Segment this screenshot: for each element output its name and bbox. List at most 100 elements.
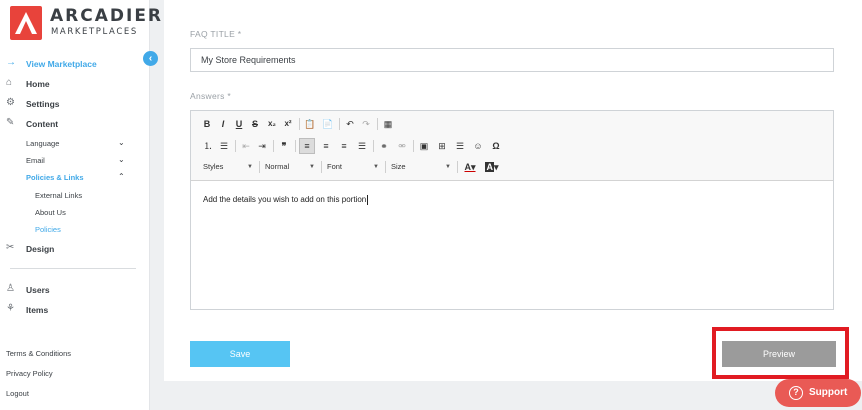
chevron-down-icon: ⌄ — [118, 138, 125, 147]
redo-icon[interactable]: ↷ — [359, 116, 373, 132]
sidebar-item-settings[interactable]: ⚙ Settings — [0, 95, 150, 113]
format-dropdown[interactable]: Normal ▼ — [265, 159, 317, 175]
sidebar-item-policies-links[interactable]: Policies & Links ⌃ — [0, 169, 150, 185]
toolbar-separator — [377, 118, 378, 130]
logout-link[interactable]: Logout — [6, 389, 29, 398]
external-link-icon: → — [6, 57, 16, 68]
styles-dropdown-label: Styles — [203, 162, 224, 171]
subscript-button[interactable]: x₂ — [265, 116, 279, 132]
sidebar-item-label: External Links — [35, 191, 83, 200]
logo-mark-icon — [10, 6, 42, 40]
font-dropdown-label: Font — [327, 162, 343, 171]
sidebar-item-items[interactable]: ⚘ Items — [0, 301, 150, 319]
link-icon[interactable]: ⚭ — [377, 138, 391, 154]
size-dropdown[interactable]: Size ▼ — [391, 159, 453, 175]
sidebar-item-email[interactable]: Email ⌄ — [0, 152, 150, 168]
styles-dropdown[interactable]: Styles ▼ — [203, 159, 255, 175]
privacy-policy-link[interactable]: Privacy Policy — [6, 369, 53, 378]
toolbar-separator — [299, 118, 300, 130]
terms-conditions-link[interactable]: Terms & Conditions — [6, 349, 71, 358]
support-button[interactable]: ? Support — [775, 379, 861, 407]
faq-title-input[interactable] — [190, 48, 834, 72]
background-color-icon[interactable]: A▾ — [483, 159, 501, 175]
sidebar-item-language[interactable]: Language ⌄ — [0, 135, 150, 151]
sidebar-item-label: Policies — [35, 225, 61, 234]
chevron-down-icon: ▼ — [373, 164, 379, 170]
paste-text-icon[interactable]: 📄 — [321, 116, 335, 132]
editor-content[interactable]: Add the details you wish to add on this … — [203, 195, 369, 205]
user-icon: ♙ — [6, 283, 15, 294]
home-icon: ⌂ — [6, 77, 13, 88]
sidebar-item-users[interactable]: ♙ Users — [0, 281, 150, 299]
indent-icon[interactable]: ⇥ — [255, 138, 269, 154]
support-label: Support — [809, 387, 848, 398]
format-dropdown-label: Normal — [265, 162, 290, 171]
sidebar-item-content[interactable]: ✎ Content — [0, 115, 150, 133]
sidebar-item-label: Policies & Links — [26, 173, 84, 182]
sidebar-item-view-marketplace[interactable]: → View Marketplace — [0, 55, 150, 73]
superscript-button[interactable]: x² — [281, 116, 295, 132]
sidebar-item-label: Users — [26, 285, 50, 295]
chevron-down-icon: ⌄ — [118, 155, 125, 164]
table-icon[interactable]: ⊞ — [435, 138, 449, 154]
toolbar-separator — [259, 161, 260, 173]
paste-icon[interactable]: 📋 — [303, 116, 317, 132]
toolbar-separator — [273, 140, 274, 152]
special-character-icon[interactable]: Ω — [489, 138, 503, 154]
toolbar-separator — [457, 161, 458, 173]
sidebar-item-label: Items — [26, 305, 49, 315]
save-button[interactable]: Save — [190, 341, 290, 367]
font-dropdown[interactable]: Font ▼ — [327, 159, 381, 175]
underline-button[interactable]: U — [233, 116, 245, 132]
sidebar-item-design[interactable]: ✂ Design — [0, 240, 150, 258]
help-circle-icon: ? — [789, 386, 803, 400]
undo-icon[interactable]: ↶ — [343, 116, 357, 132]
horizontal-line-icon[interactable]: ☰ — [453, 138, 467, 154]
italic-button[interactable]: I — [217, 116, 229, 132]
design-tools-icon: ✂ — [6, 242, 15, 253]
faq-title-label: FAQ TITLE * — [190, 29, 242, 39]
chevron-up-icon: ⌃ — [118, 172, 125, 181]
align-right-icon[interactable]: ≡ — [337, 138, 351, 154]
content-edit-icon: ✎ — [6, 117, 15, 128]
bold-button[interactable]: B — [201, 116, 213, 132]
strikethrough-button[interactable]: S — [249, 116, 261, 132]
arcadier-logo[interactable]: ARCADIER MARKETPLACES — [10, 6, 161, 40]
sidebar-item-policies[interactable]: Policies — [0, 221, 150, 237]
sidebar-item-label: Content — [26, 119, 59, 129]
outdent-icon[interactable]: ⇤ — [239, 138, 253, 154]
sidebar-item-label: Email — [26, 156, 45, 165]
blockquote-icon[interactable]: ❞ — [277, 138, 291, 154]
align-center-icon[interactable]: ≡ — [319, 138, 333, 154]
preview-button[interactable]: Preview — [722, 341, 836, 367]
sidebar-item-home[interactable]: ⌂ Home — [0, 75, 150, 93]
toolbar-separator — [373, 140, 374, 152]
bulleted-list-icon[interactable]: ☰ — [217, 138, 231, 154]
brand-name: ARCADIER — [50, 6, 164, 26]
numbered-list-icon[interactable]: ⒈ — [201, 138, 215, 154]
editor-toolbar: B I U S x₂ x² 📋 📄 ↶ ↷ ▦ ⒈ ☰ ⇤ ⇥ ❞ ≡ ≡ ≡ … — [191, 111, 833, 181]
sidebar-item-external-links[interactable]: External Links — [0, 187, 150, 203]
toolbar-separator — [413, 140, 414, 152]
chevron-down-icon: ▼ — [247, 164, 253, 170]
unlink-icon[interactable]: ⚮ — [395, 138, 409, 154]
answers-label: Answers * — [190, 91, 231, 101]
remove-format-icon[interactable]: ▦ — [381, 116, 395, 132]
sidebar-collapse-icon[interactable]: ‹ — [143, 51, 158, 66]
text-caret — [367, 195, 369, 205]
brand-tagline: MARKETPLACES — [51, 27, 138, 37]
main-panel: FAQ TITLE * Answers * B I U S x₂ x² 📋 📄 … — [164, 0, 862, 381]
sidebar-item-label: Design — [26, 244, 55, 254]
align-justify-icon[interactable]: ☰ — [355, 138, 369, 154]
smiley-icon[interactable]: ☺ — [471, 138, 485, 154]
sidebar-divider — [10, 268, 136, 269]
chevron-down-icon: ▼ — [309, 164, 315, 170]
sidebar-item-about-us[interactable]: About Us — [0, 204, 150, 220]
text-color-icon[interactable]: A▾ — [461, 159, 479, 175]
image-icon[interactable]: ▣ — [417, 138, 431, 154]
toolbar-separator — [235, 140, 236, 152]
align-left-icon[interactable]: ≡ — [299, 138, 315, 154]
toolbar-separator — [385, 161, 386, 173]
rich-text-editor: B I U S x₂ x² 📋 📄 ↶ ↷ ▦ ⒈ ☰ ⇤ ⇥ ❞ ≡ ≡ ≡ … — [190, 110, 834, 310]
toolbar-separator — [295, 140, 296, 152]
